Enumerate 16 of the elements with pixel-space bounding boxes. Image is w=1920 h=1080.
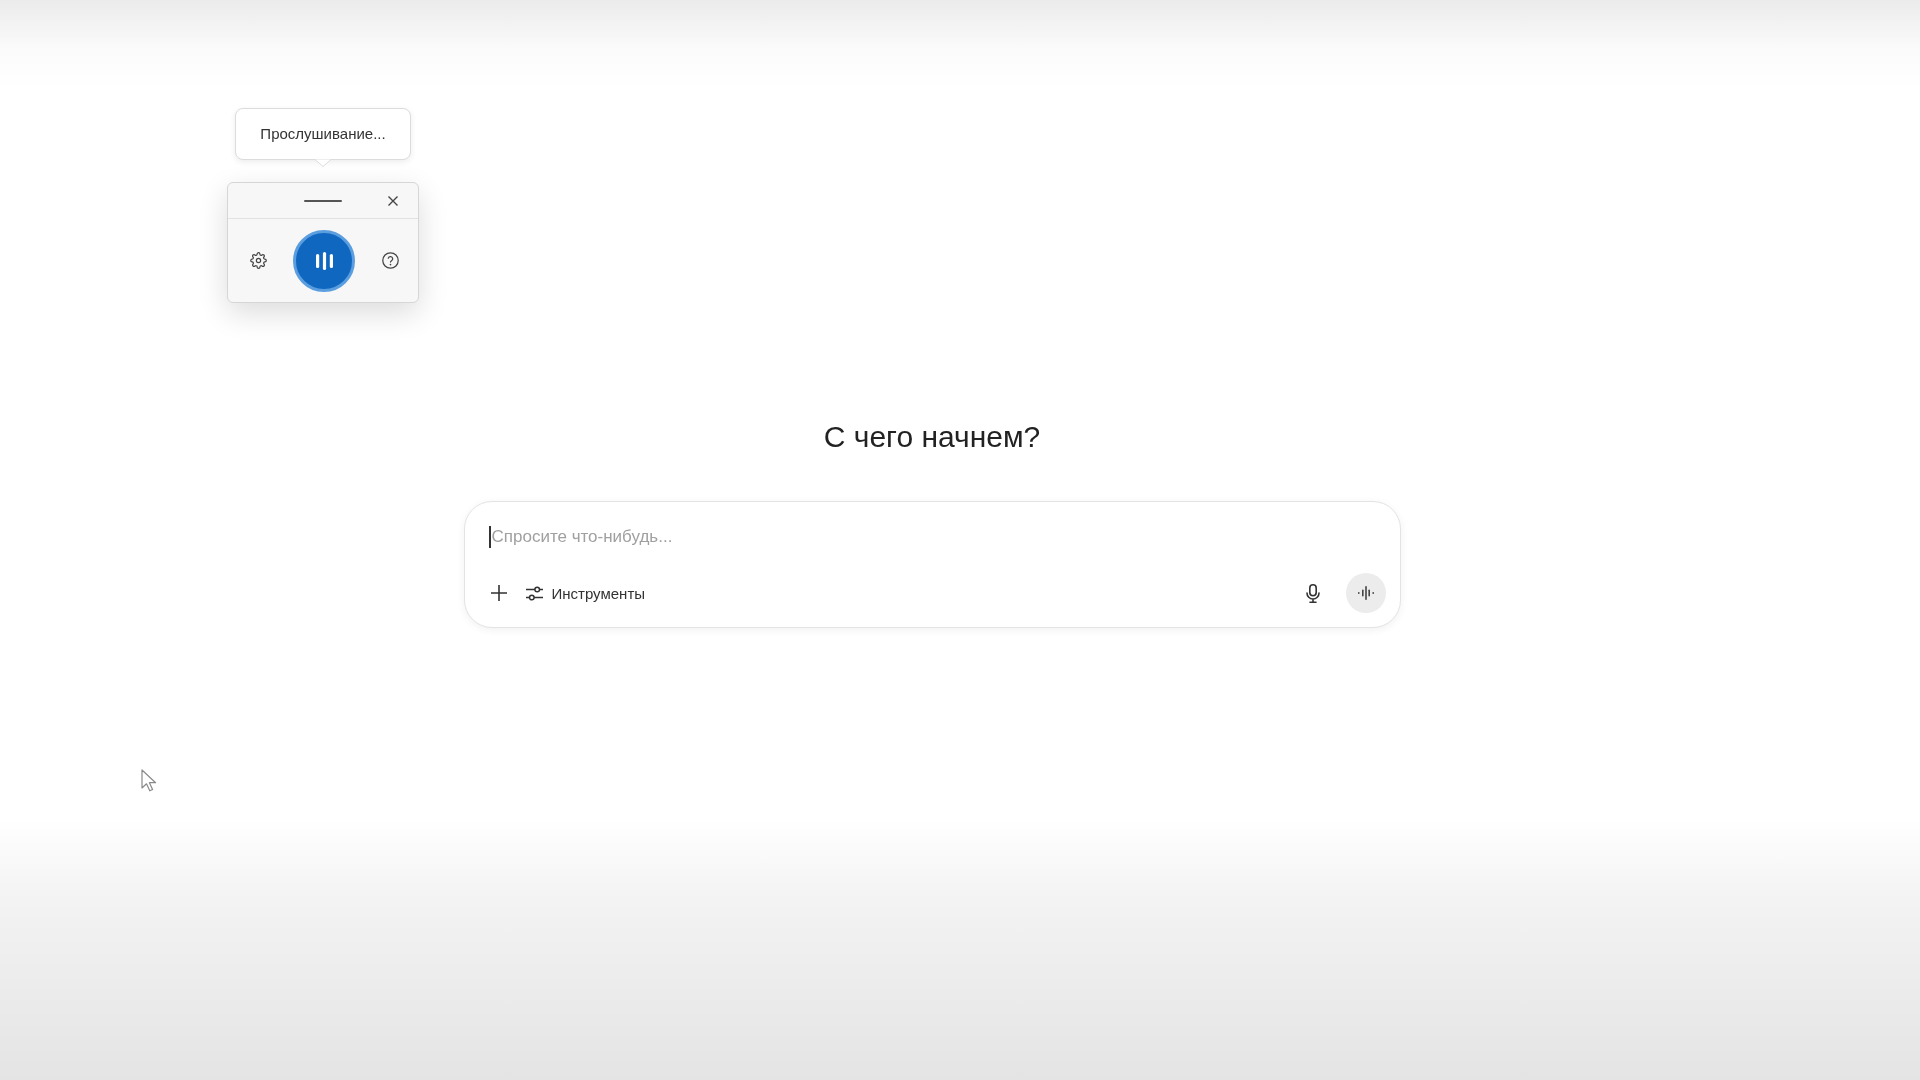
voice-mode-button[interactable] — [1345, 573, 1386, 613]
microphone-icon — [1305, 583, 1320, 603]
waveform-icon — [1357, 586, 1374, 600]
prompt-input[interactable]: Спросите что-нибудь... — [490, 524, 1386, 550]
drag-handle-icon[interactable] — [304, 199, 342, 202]
sliders-icon — [525, 585, 543, 601]
close-icon — [388, 196, 398, 206]
plus-icon — [490, 585, 507, 601]
tooltip: Прослушивание... — [235, 108, 411, 160]
heading: С чего начнем? — [823, 419, 1041, 455]
mouse-pointer-icon — [141, 769, 157, 792]
tools-button[interactable]: Инструменты — [519, 575, 652, 611]
help-icon — [381, 252, 399, 269]
audio-bars-icon — [315, 251, 333, 270]
tooltip-pointer-icon — [315, 159, 331, 167]
settings-icon — [249, 252, 267, 269]
